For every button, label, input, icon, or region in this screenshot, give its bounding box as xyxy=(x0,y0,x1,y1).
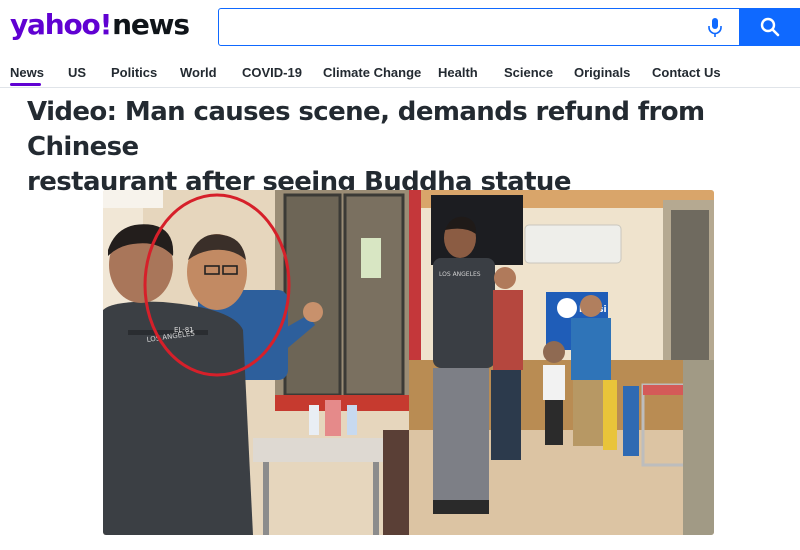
video-still-illustration: EL-81 LOS ANGELES Pepsi LOS ANGELES xyxy=(103,190,714,535)
microphone-icon[interactable] xyxy=(706,17,724,39)
nav-item-us[interactable]: US xyxy=(68,65,86,80)
nav-item-covid-19[interactable]: COVID-19 xyxy=(242,65,302,80)
logo-brand: yahoo xyxy=(10,8,101,41)
nav-item-world[interactable]: World xyxy=(180,65,217,80)
logo-product: news xyxy=(112,8,190,41)
main-nav: News US Politics World COVID-19 Climate … xyxy=(0,58,800,88)
active-tab-indicator xyxy=(10,83,41,86)
nav-item-news[interactable]: News xyxy=(10,65,44,80)
headline-line-1: Video: Man causes scene, demands refund … xyxy=(27,97,705,162)
nav-item-climate-change[interactable]: Climate Change xyxy=(323,65,421,80)
nav-item-health[interactable]: Health xyxy=(438,65,478,80)
top-bar: yahoo! news xyxy=(0,0,800,56)
logo-bang: ! xyxy=(99,8,113,41)
nav-item-science[interactable]: Science xyxy=(504,65,553,80)
nav-item-originals[interactable]: Originals xyxy=(574,65,630,80)
article-headline: Video: Man causes scene, demands refund … xyxy=(27,95,787,200)
search-icon xyxy=(760,17,780,37)
nav-item-contact-us[interactable]: Contact Us xyxy=(652,65,721,80)
shirt-text-back: LOS ANGELES xyxy=(439,271,481,278)
article-video[interactable]: EL-81 LOS ANGELES Pepsi LOS ANGELES xyxy=(103,190,714,535)
search-input[interactable] xyxy=(227,11,697,43)
search-button[interactable] xyxy=(739,8,800,46)
nav-item-politics[interactable]: Politics xyxy=(111,65,157,80)
yahoo-news-logo[interactable]: yahoo! news xyxy=(10,8,190,44)
search-box xyxy=(218,8,800,46)
